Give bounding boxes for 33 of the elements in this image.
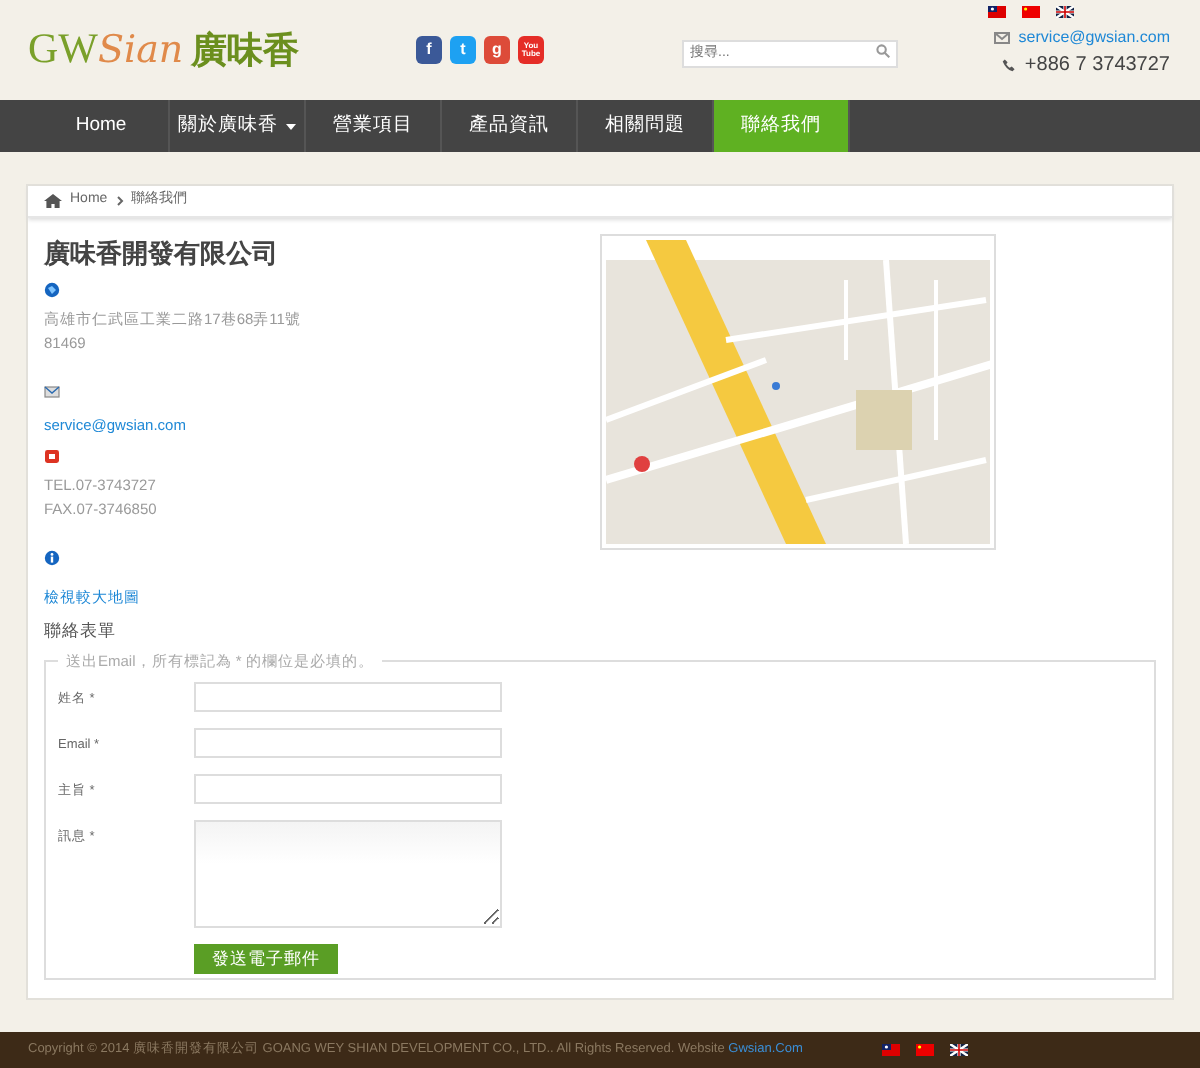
phone-icon [1002, 57, 1017, 71]
nav-tab[interactable]: Home [34, 100, 170, 152]
twitter-icon[interactable]: t [450, 36, 476, 64]
info-icon [44, 549, 60, 565]
nav-tab[interactable]: 聯絡我們 [714, 100, 850, 152]
flag-icon[interactable] [988, 5, 1006, 17]
chevron-icon [115, 196, 124, 206]
flag-icon[interactable] [916, 1044, 935, 1056]
input-field[interactable] [194, 727, 502, 758]
envelope-icon [44, 383, 60, 399]
input-field[interactable] [194, 773, 502, 804]
nav-tab[interactable]: 營業項目 [306, 100, 442, 152]
nav-tab[interactable]: 產品資訊 [442, 100, 578, 152]
flag-icon[interactable] [950, 1044, 969, 1056]
input-field[interactable] [194, 681, 502, 712]
section-heading: 聯絡表單 [44, 618, 118, 644]
phone-number: +886 7 3743727 [1024, 51, 1170, 79]
envelope-icon [994, 31, 1011, 43]
caret-icon [286, 123, 296, 129]
nav-tab[interactable]: 關於廣味香 [170, 100, 306, 152]
message-field[interactable] [194, 819, 502, 928]
home-icon[interactable] [44, 194, 62, 208]
flag-icon[interactable] [1056, 5, 1074, 17]
globe-icon [44, 281, 60, 297]
facebook-icon[interactable]: f [416, 36, 442, 64]
logo[interactable]: GWSian 廣味香 [28, 18, 328, 82]
send-email-button[interactable]: 發送電子郵件 [194, 943, 338, 974]
telephone-icon [44, 447, 60, 463]
flag-icon[interactable] [882, 1044, 901, 1056]
google-plus-icon[interactable]: g [484, 36, 510, 64]
search-icon[interactable] [876, 43, 890, 57]
email-link[interactable]: service@gwsian.com [1018, 25, 1170, 49]
company-name: 廣味香開發有限公司 [44, 236, 280, 272]
